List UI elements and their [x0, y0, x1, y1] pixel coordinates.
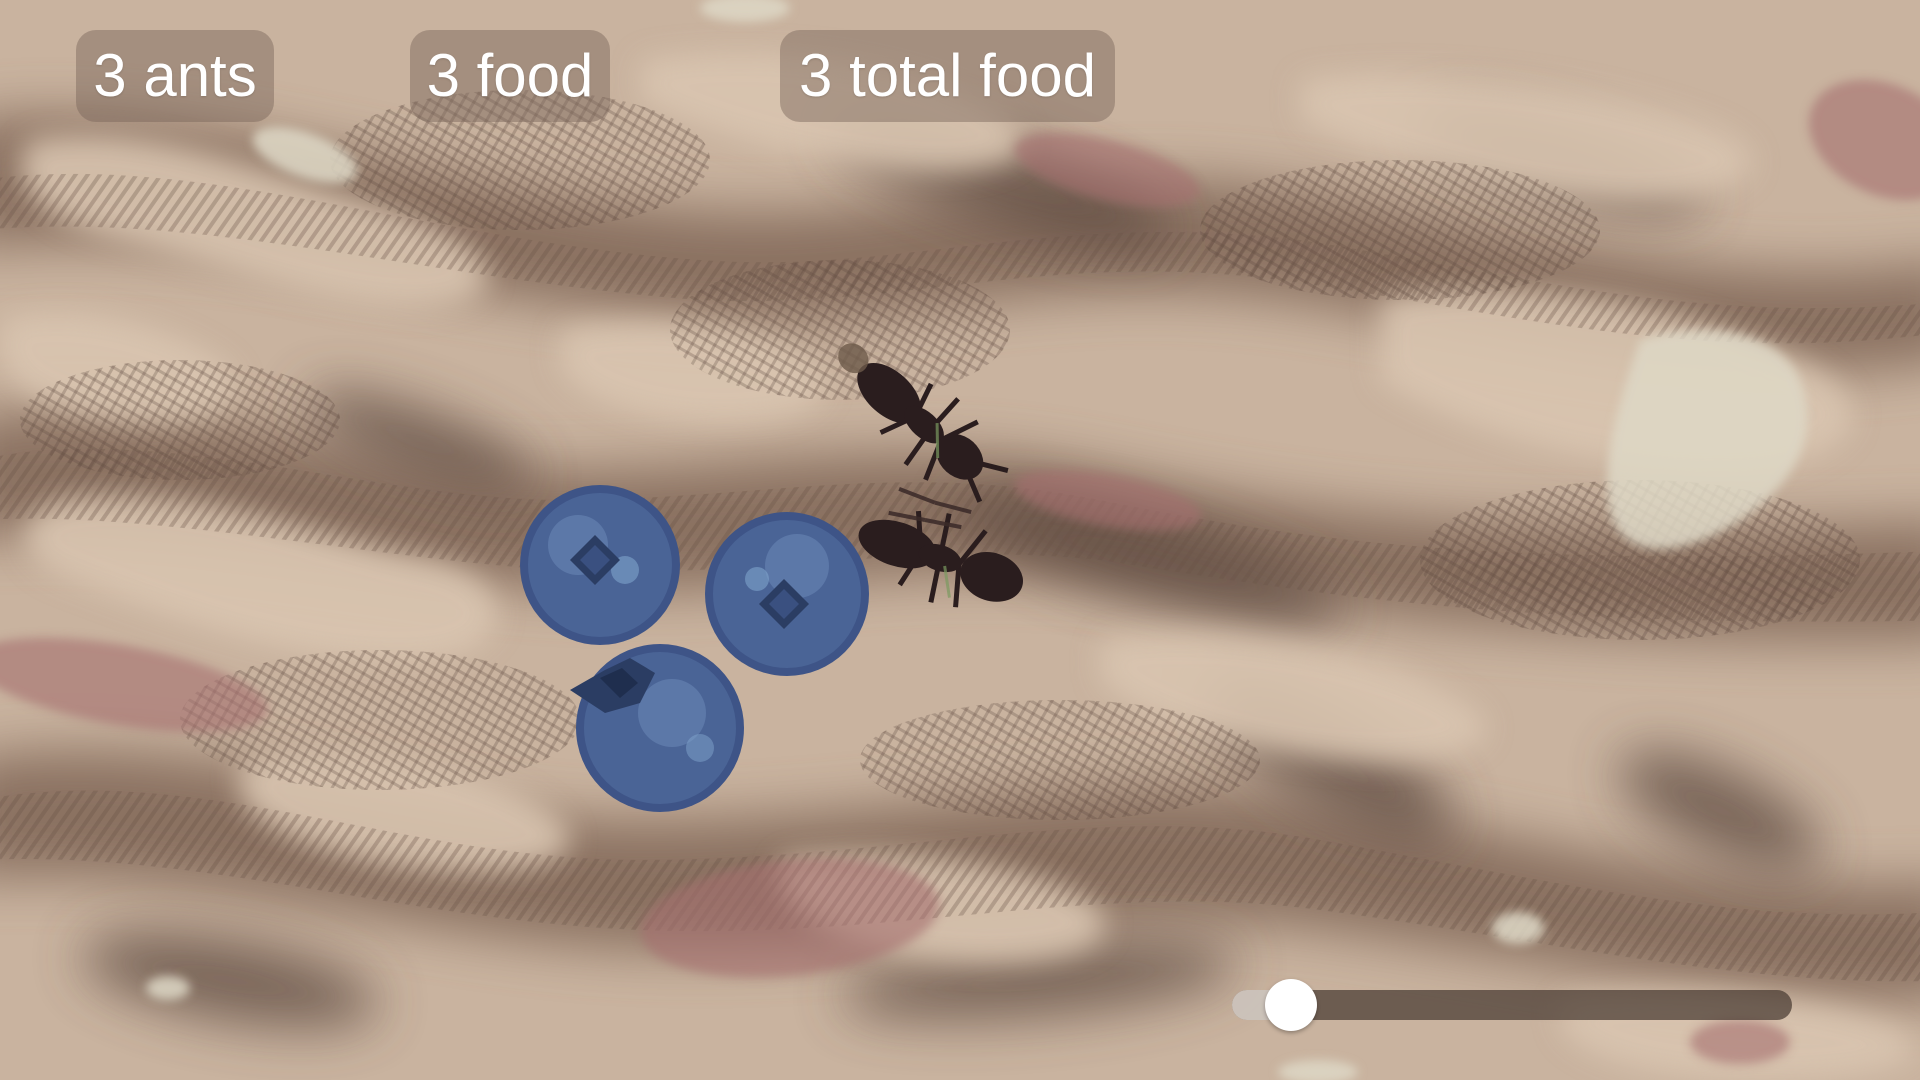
food-count-badge: 3 food — [410, 30, 610, 122]
slider-thumb[interactable] — [1265, 979, 1317, 1031]
blueberry-food-1[interactable] — [520, 485, 680, 645]
total-food-badge: 3 total food — [780, 30, 1115, 122]
blueberry-food-2[interactable] — [705, 512, 869, 676]
ground-terrain — [0, 0, 1920, 1080]
ants-count-badge: 3 ants — [76, 30, 274, 122]
ants-count-label: 3 ants — [93, 42, 257, 109]
food-count-label: 3 food — [426, 42, 594, 109]
game-scene[interactable] — [0, 0, 1920, 1080]
speed-slider[interactable] — [1232, 979, 1792, 1031]
total-food-label: 3 total food — [799, 42, 1096, 109]
